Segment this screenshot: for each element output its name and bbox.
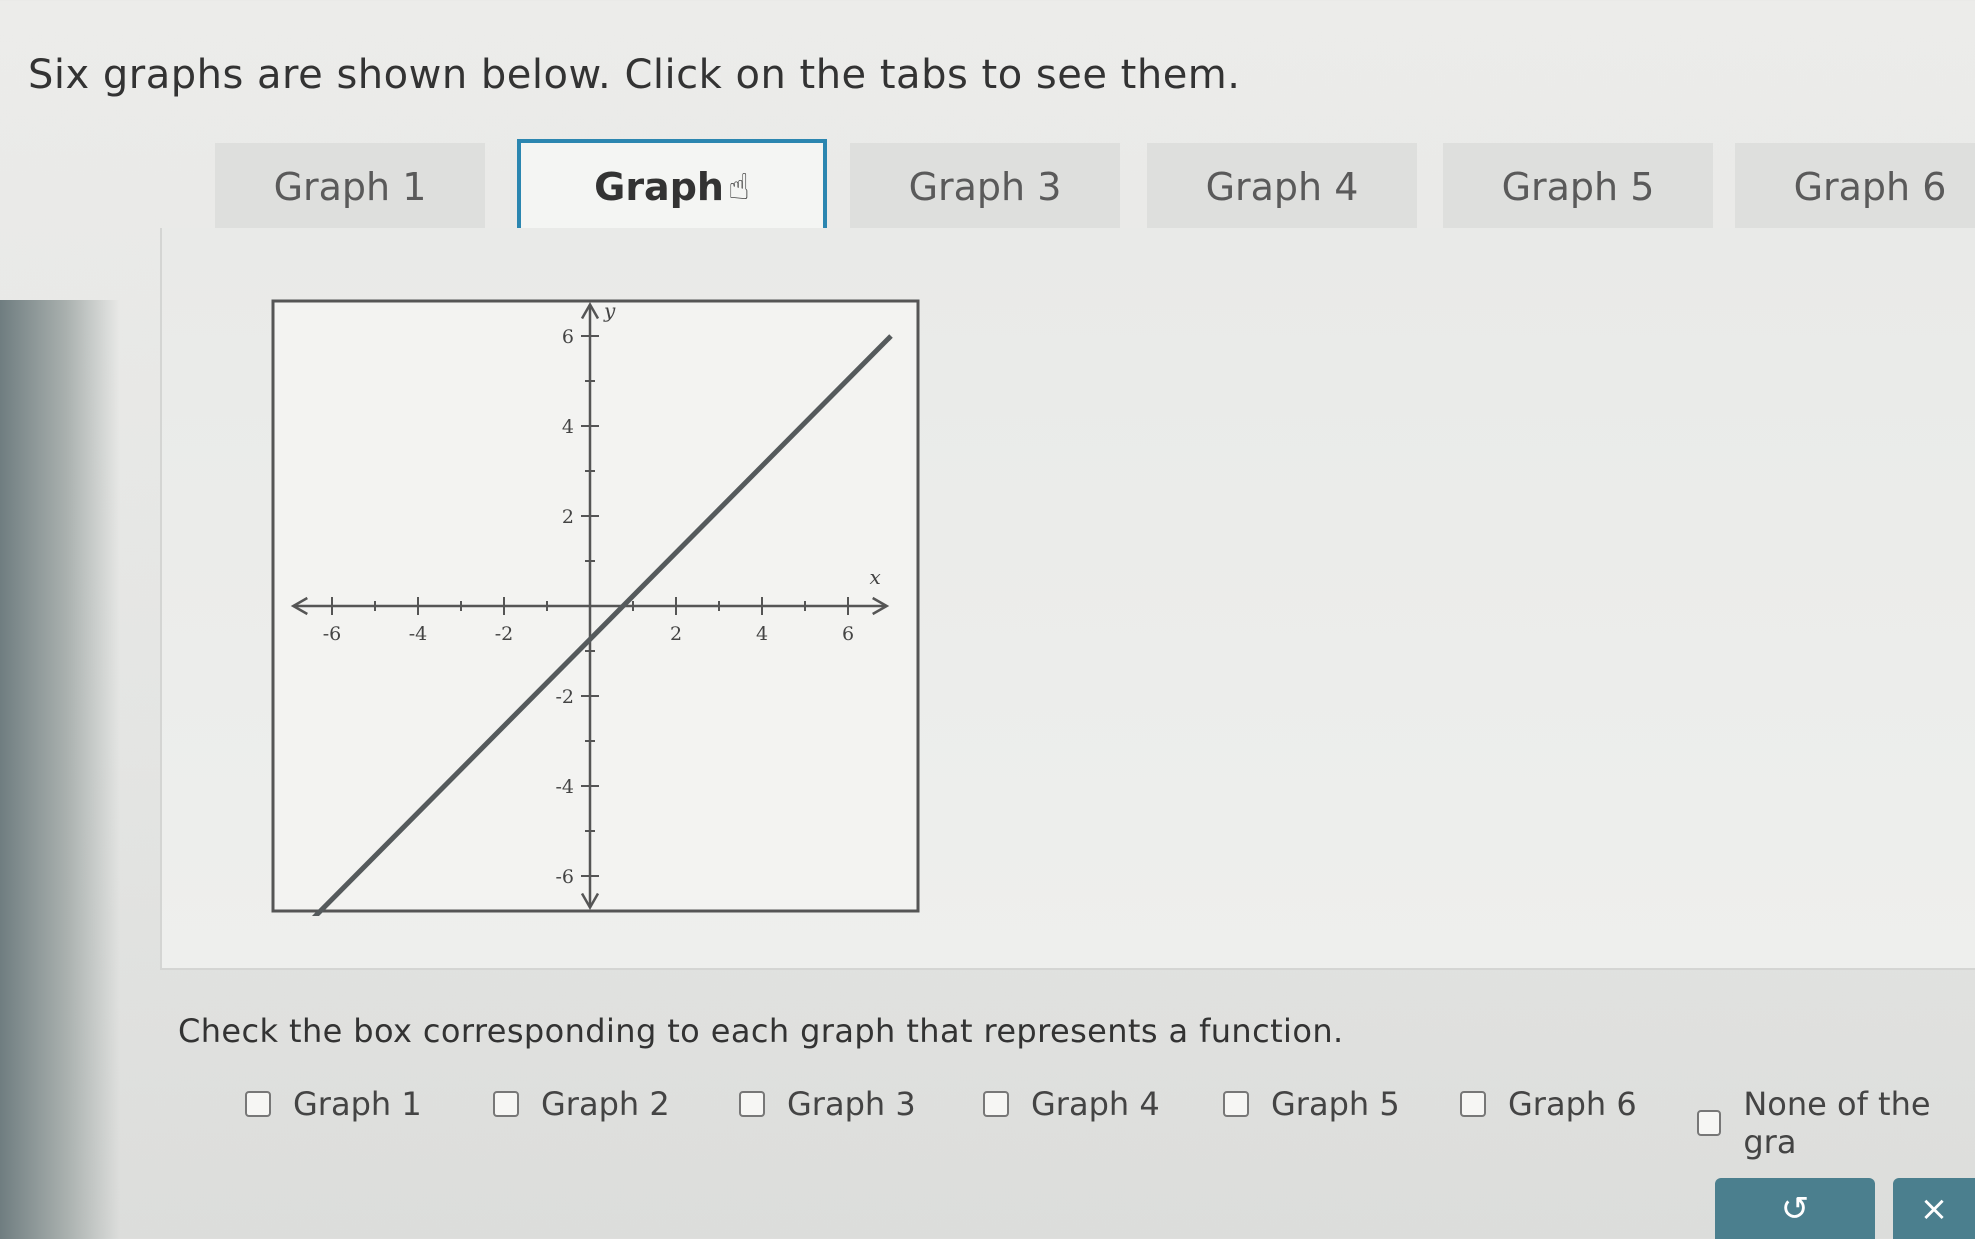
checkbox[interactable] <box>983 1091 1009 1117</box>
y-tick-label: 4 <box>562 416 574 438</box>
function-options: Graph 1 Graph 2 Graph 3 Graph 4 Graph 5 … <box>245 1085 1975 1161</box>
checkbox[interactable] <box>1460 1091 1486 1117</box>
x-axis-label: x <box>870 565 881 589</box>
option-label: Graph 3 <box>787 1085 916 1123</box>
tab-label: Graph <box>594 165 724 209</box>
option-label: Graph 2 <box>541 1085 670 1123</box>
x-tick-label: 2 <box>670 623 682 645</box>
y-axis-label: y <box>603 299 616 323</box>
checkbox[interactable] <box>739 1091 765 1117</box>
hand-cursor-icon: ☝ <box>727 166 750 208</box>
option-graph-1[interactable]: Graph 1 <box>245 1085 422 1123</box>
tab-label: Graph 5 <box>1501 165 1655 209</box>
tab-label: Graph 6 <box>1793 165 1947 209</box>
graph-figure: -6 -4 -2 2 4 6 6 4 2 -2 -4 -6 x y <box>265 296 925 923</box>
graph-tabs: Graph 1 Graph ☝ Graph 3 Graph 4 Graph 5 G… <box>215 139 1975 235</box>
x-tick-label: -2 <box>495 623 514 645</box>
y-tick-label: -6 <box>555 866 574 888</box>
x-tick-label: -4 <box>409 623 428 645</box>
x-tick-label: -6 <box>323 623 342 645</box>
tab-graph-1[interactable]: Graph 1 <box>215 143 485 231</box>
option-label: Graph 5 <box>1271 1085 1400 1123</box>
tab-label: Graph 1 <box>273 165 427 209</box>
tab-label: Graph 3 <box>908 165 1062 209</box>
option-label: Graph 4 <box>1031 1085 1160 1123</box>
tab-graph-5[interactable]: Graph 5 <box>1443 143 1713 231</box>
tab-graph-2[interactable]: Graph ☝ <box>517 139 827 235</box>
y-tick-label: -4 <box>555 776 574 798</box>
instructions-text: Six graphs are shown below. Click on the… <box>28 52 1241 98</box>
checkbox[interactable] <box>1697 1110 1722 1136</box>
option-graph-6[interactable]: Graph 6 <box>1460 1085 1637 1123</box>
option-label: Graph 6 <box>1508 1085 1637 1123</box>
option-graph-4[interactable]: Graph 4 <box>983 1085 1160 1123</box>
x-tick-label: 6 <box>842 623 854 645</box>
x-tick-label: 4 <box>756 623 768 645</box>
y-tick-label: 2 <box>562 506 574 528</box>
undo-button[interactable]: ↺ <box>1715 1178 1875 1239</box>
tab-label: Graph 4 <box>1205 165 1359 209</box>
option-graph-5[interactable]: Graph 5 <box>1223 1085 1400 1123</box>
option-none[interactable]: None of the gra <box>1697 1085 1975 1161</box>
tab-graph-3[interactable]: Graph 3 <box>850 143 1120 231</box>
option-label: Graph 1 <box>293 1085 422 1123</box>
checkbox[interactable] <box>245 1091 271 1117</box>
question-text: Check the box corresponding to each grap… <box>178 1012 1344 1050</box>
close-icon: × <box>1919 1188 1949 1229</box>
option-label: None of the gra <box>1743 1085 1931 1161</box>
checkbox[interactable] <box>493 1091 519 1117</box>
option-graph-2[interactable]: Graph 2 <box>493 1085 670 1123</box>
graph-svg: -6 -4 -2 2 4 6 6 4 2 -2 -4 -6 x y <box>271 299 920 923</box>
tab-graph-4[interactable]: Graph 4 <box>1147 143 1417 231</box>
tab-graph-6[interactable]: Graph 6 <box>1735 143 1975 231</box>
option-graph-3[interactable]: Graph 3 <box>739 1085 916 1123</box>
undo-icon: ↺ <box>1780 1188 1810 1229</box>
close-button[interactable]: × <box>1893 1178 1975 1239</box>
checkbox[interactable] <box>1223 1091 1249 1117</box>
background-shade <box>0 300 120 1239</box>
y-tick-label: 6 <box>562 326 574 348</box>
y-tick-label: -2 <box>555 686 574 708</box>
